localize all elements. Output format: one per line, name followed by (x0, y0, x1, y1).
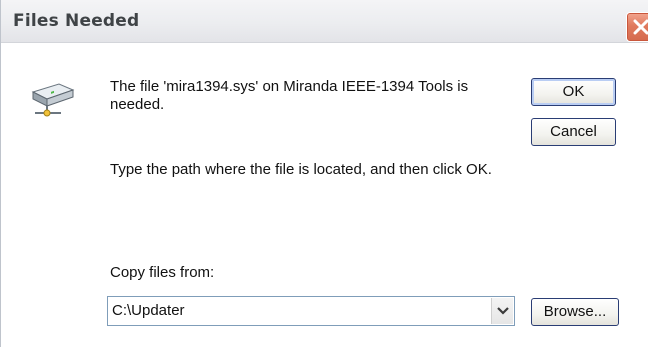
copy-files-from-combobox[interactable]: C:\Updater (107, 296, 515, 326)
cancel-button[interactable]: Cancel (531, 118, 616, 146)
copy-files-from-label: Copy files from: (110, 264, 215, 281)
close-icon (633, 19, 648, 35)
title-bar: Files Needed (1, 0, 648, 43)
browse-button[interactable]: Browse... (531, 298, 619, 326)
ok-button[interactable]: OK (531, 78, 616, 106)
files-needed-dialog: Files Needed The file 'mira1394.sys' on … (0, 0, 648, 347)
missing-file-message: The file 'mira1394.sys' on Miranda IEEE-… (110, 78, 469, 113)
dropdown-button[interactable] (491, 298, 513, 324)
chevron-down-icon (497, 307, 509, 315)
close-button[interactable] (626, 12, 648, 42)
path-instruction-message: Type the path where the file is located,… (110, 161, 492, 178)
network-drive-icon (29, 78, 75, 118)
dialog-body: The file 'mira1394.sys' on Miranda IEEE-… (1, 44, 648, 347)
copy-files-from-value[interactable]: C:\Updater (112, 302, 185, 319)
window-title: Files Needed (13, 11, 140, 31)
